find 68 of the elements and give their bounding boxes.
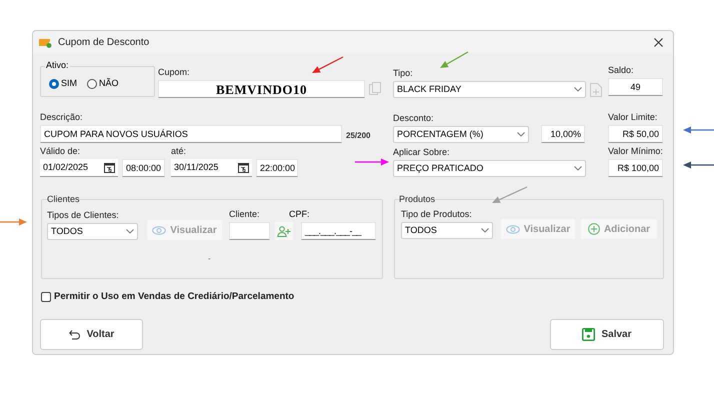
eye-icon bbox=[152, 226, 166, 234]
add-user-button[interactable] bbox=[275, 222, 293, 240]
field-label: Valor Limite: bbox=[608, 112, 658, 123]
field-label: Válido de: bbox=[40, 146, 82, 157]
dropdown-value: TODOS bbox=[405, 224, 437, 237]
field-label: Tipo: bbox=[393, 68, 414, 79]
close-icon bbox=[654, 38, 662, 46]
input-field[interactable] bbox=[229, 222, 270, 240]
window-title: Cupom de Desconto bbox=[58, 36, 150, 50]
chevron-down-icon bbox=[574, 166, 582, 171]
field-label: Desconto: bbox=[393, 113, 435, 124]
date-value: 01/02/2025 bbox=[43, 160, 88, 174]
save-icon bbox=[582, 328, 596, 342]
dropdown-value: PORCENTAGEM (%) bbox=[397, 128, 484, 141]
dropdown[interactable]: TODOS bbox=[47, 223, 138, 240]
date-field[interactable]: 30/11/2025 bbox=[171, 159, 252, 177]
field-label: CPF: bbox=[289, 209, 311, 220]
input-field[interactable]: 49 bbox=[608, 78, 663, 96]
save-button[interactable]: Salvar bbox=[550, 319, 664, 350]
field-label: Descrição: bbox=[40, 112, 84, 123]
checkbox-row[interactable]: Permitir o Uso em Vendas de Crediário/Parcelamento bbox=[41, 290, 664, 304]
chevron-down-icon bbox=[574, 87, 582, 92]
field-label: Cliente: bbox=[229, 209, 261, 220]
calendar-icon bbox=[238, 162, 249, 172]
input-field[interactable]: R$ 50,00 bbox=[608, 125, 663, 143]
field-label: Valor Mínimo: bbox=[608, 146, 663, 157]
input-field[interactable]: 22:00:00 bbox=[256, 159, 298, 177]
input-field[interactable]: R$ 100,00 bbox=[608, 159, 663, 177]
radio-option[interactable]: NÃO bbox=[87, 76, 119, 90]
chevron-down-icon bbox=[517, 132, 525, 137]
placeholder-text: - bbox=[208, 253, 212, 265]
add-user-icon bbox=[277, 226, 291, 236]
group-label: Ativo: bbox=[45, 60, 70, 71]
dropdown[interactable]: PORCENTAGEM (%) bbox=[393, 126, 529, 143]
chevron-down-icon bbox=[481, 228, 489, 233]
dropdown-value: BLACK FRIDAY bbox=[397, 82, 462, 96]
ticket-icon bbox=[39, 36, 52, 48]
eye-icon bbox=[506, 224, 520, 234]
field-label: Tipos de Clientes: bbox=[47, 210, 120, 221]
character-counter: 25/200 bbox=[346, 130, 370, 142]
close-button[interactable] bbox=[651, 35, 665, 49]
input-field[interactable]: 10,00% bbox=[541, 125, 585, 143]
field-label: até: bbox=[171, 146, 188, 157]
input-field[interactable]: 08:00:00 bbox=[122, 159, 165, 177]
chevron-down-icon bbox=[126, 229, 134, 234]
add-file-icon bbox=[590, 83, 602, 97]
dropdown[interactable]: PREÇO PRATICADO bbox=[393, 160, 586, 177]
input-field[interactable]: BEMVINDO10 bbox=[158, 80, 365, 98]
input-field[interactable]: CUPOM PARA NOVOS USUÁRIOS bbox=[40, 125, 342, 143]
input-field[interactable]: ___.___.___-__ bbox=[301, 222, 376, 240]
radio-option[interactable]: SIM bbox=[49, 76, 78, 90]
dropdown[interactable]: TODOS bbox=[401, 222, 493, 239]
calendar-icon bbox=[104, 162, 115, 172]
plus-circle-icon bbox=[588, 223, 600, 235]
field-label: Saldo: bbox=[608, 65, 635, 76]
copy-icon bbox=[369, 82, 381, 95]
dropdown-value: TODOS bbox=[51, 224, 83, 238]
back-button[interactable]: Voltar bbox=[40, 319, 143, 350]
group-label: Produtos bbox=[399, 194, 436, 205]
group-label: Clientes bbox=[47, 194, 80, 205]
dropdown-value: PREÇO PRATICADO bbox=[397, 162, 484, 175]
date-value: 30/11/2025 bbox=[174, 160, 218, 174]
undo-icon bbox=[68, 329, 81, 340]
date-field[interactable]: 01/02/2025 bbox=[40, 159, 118, 177]
field-label: Aplicar Sobre: bbox=[393, 147, 451, 158]
dropdown[interactable]: BLACK FRIDAY bbox=[393, 81, 586, 98]
field-label: Tipo de Produtos: bbox=[401, 209, 473, 220]
field-label: Cupom: bbox=[158, 67, 191, 78]
